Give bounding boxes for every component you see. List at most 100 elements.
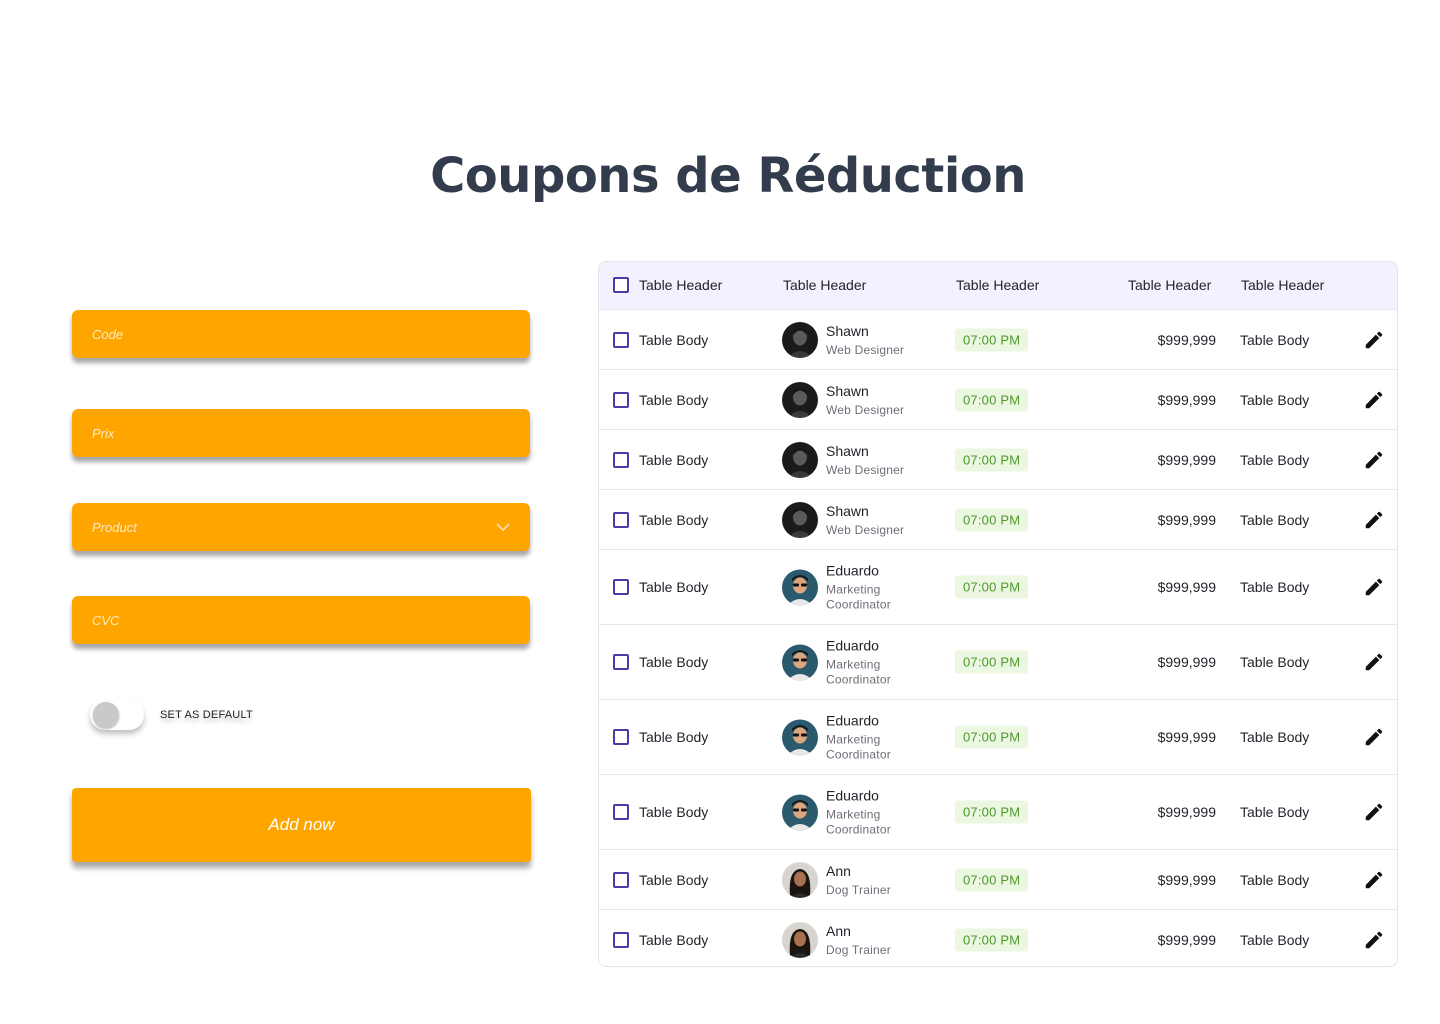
person-name: Eduardo (826, 637, 879, 654)
table-header-cell[interactable]: Table Header (783, 262, 866, 309)
row-checkbox[interactable] (613, 871, 629, 888)
avatar-shawn (782, 321, 818, 358)
table-row: Table Body Shawn Web Designer 07:00 PM $… (599, 310, 1397, 370)
default-toggle[interactable] (90, 700, 144, 730)
price-cell: $999,999 (1157, 729, 1216, 745)
price-cell: $999,999 (1157, 331, 1216, 348)
edit-icon[interactable] (1363, 801, 1385, 823)
table-header-cell[interactable]: Table Header (639, 262, 722, 309)
person-role: Web Designer (826, 462, 905, 477)
table-row: Table Body Ann Dog Trainer 07:00 PM $999… (599, 850, 1397, 910)
edit-icon[interactable] (1363, 449, 1385, 471)
table-row: Table Body Ann Dog Trainer 07:00 PM $999… (599, 910, 1397, 966)
price-input[interactable]: Prix (72, 409, 530, 457)
edit-icon[interactable] (1363, 389, 1385, 411)
row-checkbox[interactable] (613, 391, 629, 408)
time-badge: 07:00 PM (955, 328, 1029, 351)
table-header-row: Table Header Table Header Table Header T… (599, 262, 1397, 310)
edit-icon[interactable] (1363, 329, 1385, 351)
edit-icon[interactable] (1363, 576, 1385, 598)
cvc-input[interactable]: CVC (72, 596, 530, 644)
person-role: Marketing Coordinator (826, 582, 891, 612)
person-name: Shawn (826, 442, 869, 459)
add-now-button[interactable]: Add now (72, 788, 531, 862)
table-row: Table Body Eduardo Marketing Coordinator… (599, 550, 1397, 625)
edit-icon[interactable] (1363, 651, 1385, 673)
person-name: Shawn (826, 382, 869, 399)
row-checkbox[interactable] (613, 804, 629, 820)
price-cell: $999,999 (1157, 932, 1216, 948)
avatar-eduardo (782, 719, 818, 755)
price-cell: $999,999 (1157, 579, 1216, 595)
person-name: Ann (826, 923, 851, 939)
edit-icon[interactable] (1363, 726, 1385, 748)
table-body-cell: Table Body (1240, 451, 1310, 468)
table-body-cell: Table Body (639, 451, 709, 468)
toggle-knob (93, 702, 119, 728)
table-body-cell: Table Body (639, 804, 709, 820)
edit-icon[interactable] (1363, 929, 1385, 951)
price-placeholder: Prix (92, 425, 115, 441)
table-body-cell: Table Body (1240, 871, 1310, 888)
row-checkbox[interactable] (613, 511, 629, 528)
row-checkbox[interactable] (613, 932, 629, 948)
row-checkbox[interactable] (613, 579, 629, 595)
price-cell: $999,999 (1157, 871, 1216, 888)
person-role: Dog Trainer (826, 943, 891, 957)
cvc-placeholder: CVC (92, 612, 120, 628)
code-placeholder: Code (92, 326, 124, 342)
time-badge: 07:00 PM (955, 508, 1029, 531)
time-badge: 07:00 PM (955, 388, 1029, 411)
person-name: Eduardo (826, 787, 879, 804)
table-header-cell[interactable]: Table Header (956, 262, 1039, 309)
table-body-cell: Table Body (1240, 729, 1310, 745)
table-body-cell: Table Body (639, 511, 709, 528)
table-body-cell: Table Body (1240, 331, 1310, 348)
person-role: Web Designer (826, 342, 905, 357)
table-body: Table Body Shawn Web Designer 07:00 PM $… (599, 310, 1397, 966)
time-badge: 07:00 PM (955, 575, 1029, 599)
row-checkbox[interactable] (613, 729, 629, 745)
person-cell: Ann Dog Trainer (782, 922, 891, 958)
row-checkbox[interactable] (613, 451, 629, 468)
select-all-checkbox[interactable] (613, 277, 629, 293)
table-body-cell: Table Body (639, 654, 709, 670)
coupons-table: Table Header Table Header Table Header T… (598, 261, 1398, 967)
table-header-cell[interactable]: Table Header (1128, 262, 1211, 309)
person-role: Marketing Coordinator (826, 732, 891, 762)
table-body-cell: Table Body (1240, 579, 1310, 595)
table-row: Table Body Shawn Web Designer 07:00 PM $… (599, 370, 1397, 430)
price-cell: $999,999 (1157, 391, 1216, 408)
avatar-eduardo (782, 569, 818, 605)
code-input[interactable]: Code (72, 310, 530, 358)
person-cell: Shawn Web Designer (782, 501, 905, 538)
person-role: Marketing Coordinator (826, 657, 891, 687)
person-name: Eduardo (826, 712, 879, 729)
table-row: Table Body Eduardo Marketing Coordinator… (599, 625, 1397, 700)
table-body-cell: Table Body (1240, 804, 1310, 820)
table-row: Table Body Eduardo Marketing Coordinator… (599, 700, 1397, 775)
person-cell: Shawn Web Designer (782, 321, 905, 358)
table-body-cell: Table Body (639, 579, 709, 595)
row-checkbox[interactable] (613, 331, 629, 348)
table-body-cell: Table Body (639, 871, 709, 888)
person-role: Web Designer (826, 522, 905, 537)
avatar-shawn (782, 381, 818, 418)
person-cell: Eduardo Marketing Coordinator (782, 712, 918, 763)
person-role: Dog Trainer (826, 882, 891, 897)
avatar-ann (782, 861, 818, 898)
table-body-cell: Table Body (1240, 511, 1310, 528)
chevron-down-icon (496, 520, 510, 534)
avatar-ann (782, 922, 818, 958)
table-row: Table Body Shawn Web Designer 07:00 PM $… (599, 490, 1397, 550)
edit-icon[interactable] (1363, 509, 1385, 531)
time-badge: 07:00 PM (955, 800, 1029, 824)
table-header-cell[interactable]: Table Header (1241, 262, 1324, 309)
row-checkbox[interactable] (613, 654, 629, 670)
product-select[interactable]: Product (72, 503, 530, 551)
edit-icon[interactable] (1363, 869, 1385, 891)
person-name: Shawn (826, 502, 869, 519)
table-body-cell: Table Body (639, 331, 709, 348)
table-row: Table Body Shawn Web Designer 07:00 PM $… (599, 430, 1397, 490)
table-body-cell: Table Body (1240, 932, 1310, 948)
